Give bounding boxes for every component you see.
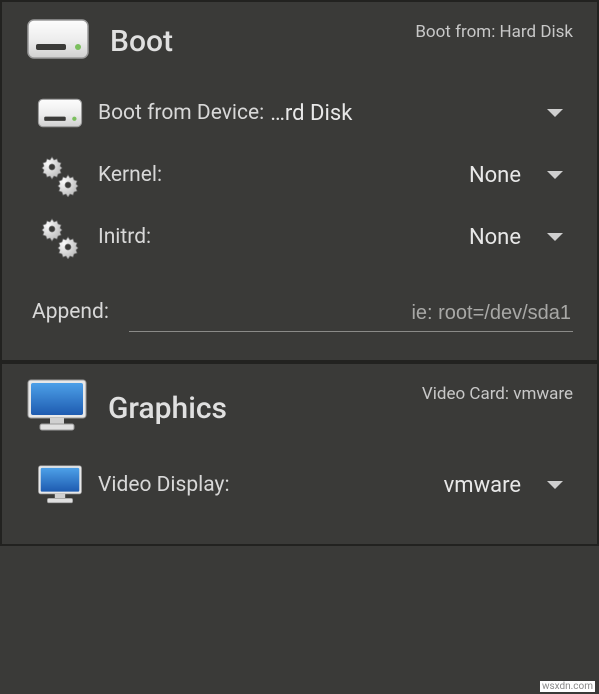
initrd-row[interactable]: Initrd: None: [26, 206, 573, 268]
monitor-icon: [26, 378, 88, 438]
graphics-header: Graphics Video Card: vmware: [26, 378, 573, 438]
chevron-down-icon: [547, 233, 563, 241]
monitor-icon: [34, 464, 86, 506]
video-display-row[interactable]: Video Display: vmware: [26, 454, 573, 516]
initrd-label: Initrd:: [98, 225, 151, 249]
boot-device-label: Boot from Device:: [98, 101, 264, 125]
gears-icon: [34, 153, 86, 197]
video-display-value: vmware: [444, 473, 521, 498]
watermark: wsxdn.com: [540, 681, 595, 692]
chevron-down-icon: [547, 109, 563, 117]
graphics-section: Graphics Video Card: vmware Video Displa…: [0, 362, 599, 546]
drive-icon: [26, 16, 90, 66]
initrd-value: None: [469, 225, 521, 250]
kernel-label: Kernel:: [98, 163, 162, 187]
append-label: Append:: [32, 300, 109, 324]
boot-device-value: …rd Disk: [270, 101, 352, 126]
gears-icon: [34, 215, 86, 259]
video-display-label: Video Display:: [98, 473, 230, 497]
append-input[interactable]: [129, 296, 573, 332]
boot-subtitle: Boot from: Hard Disk: [415, 22, 573, 42]
chevron-down-icon: [547, 171, 563, 179]
kernel-value: None: [469, 163, 521, 188]
graphics-title: Graphics: [108, 391, 227, 426]
chevron-down-icon: [547, 481, 563, 489]
boot-header: Boot Boot from: Hard Disk: [26, 16, 573, 66]
boot-title: Boot: [110, 24, 173, 59]
kernel-row[interactable]: Kernel: None: [26, 144, 573, 206]
graphics-subtitle: Video Card: vmware: [422, 384, 573, 404]
boot-section: Boot Boot from: Hard Disk Boot from Devi…: [0, 0, 599, 362]
drive-icon: [34, 96, 86, 130]
append-row: Append:: [26, 268, 573, 332]
boot-device-row[interactable]: Boot from Device: …rd Disk: [26, 82, 573, 144]
